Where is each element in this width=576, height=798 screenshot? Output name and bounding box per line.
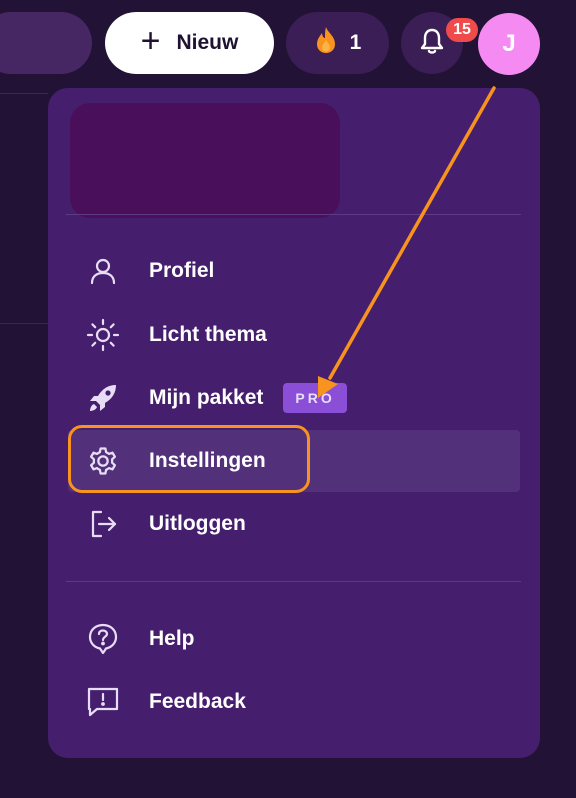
annotation-arrow-icon [318,86,496,398]
